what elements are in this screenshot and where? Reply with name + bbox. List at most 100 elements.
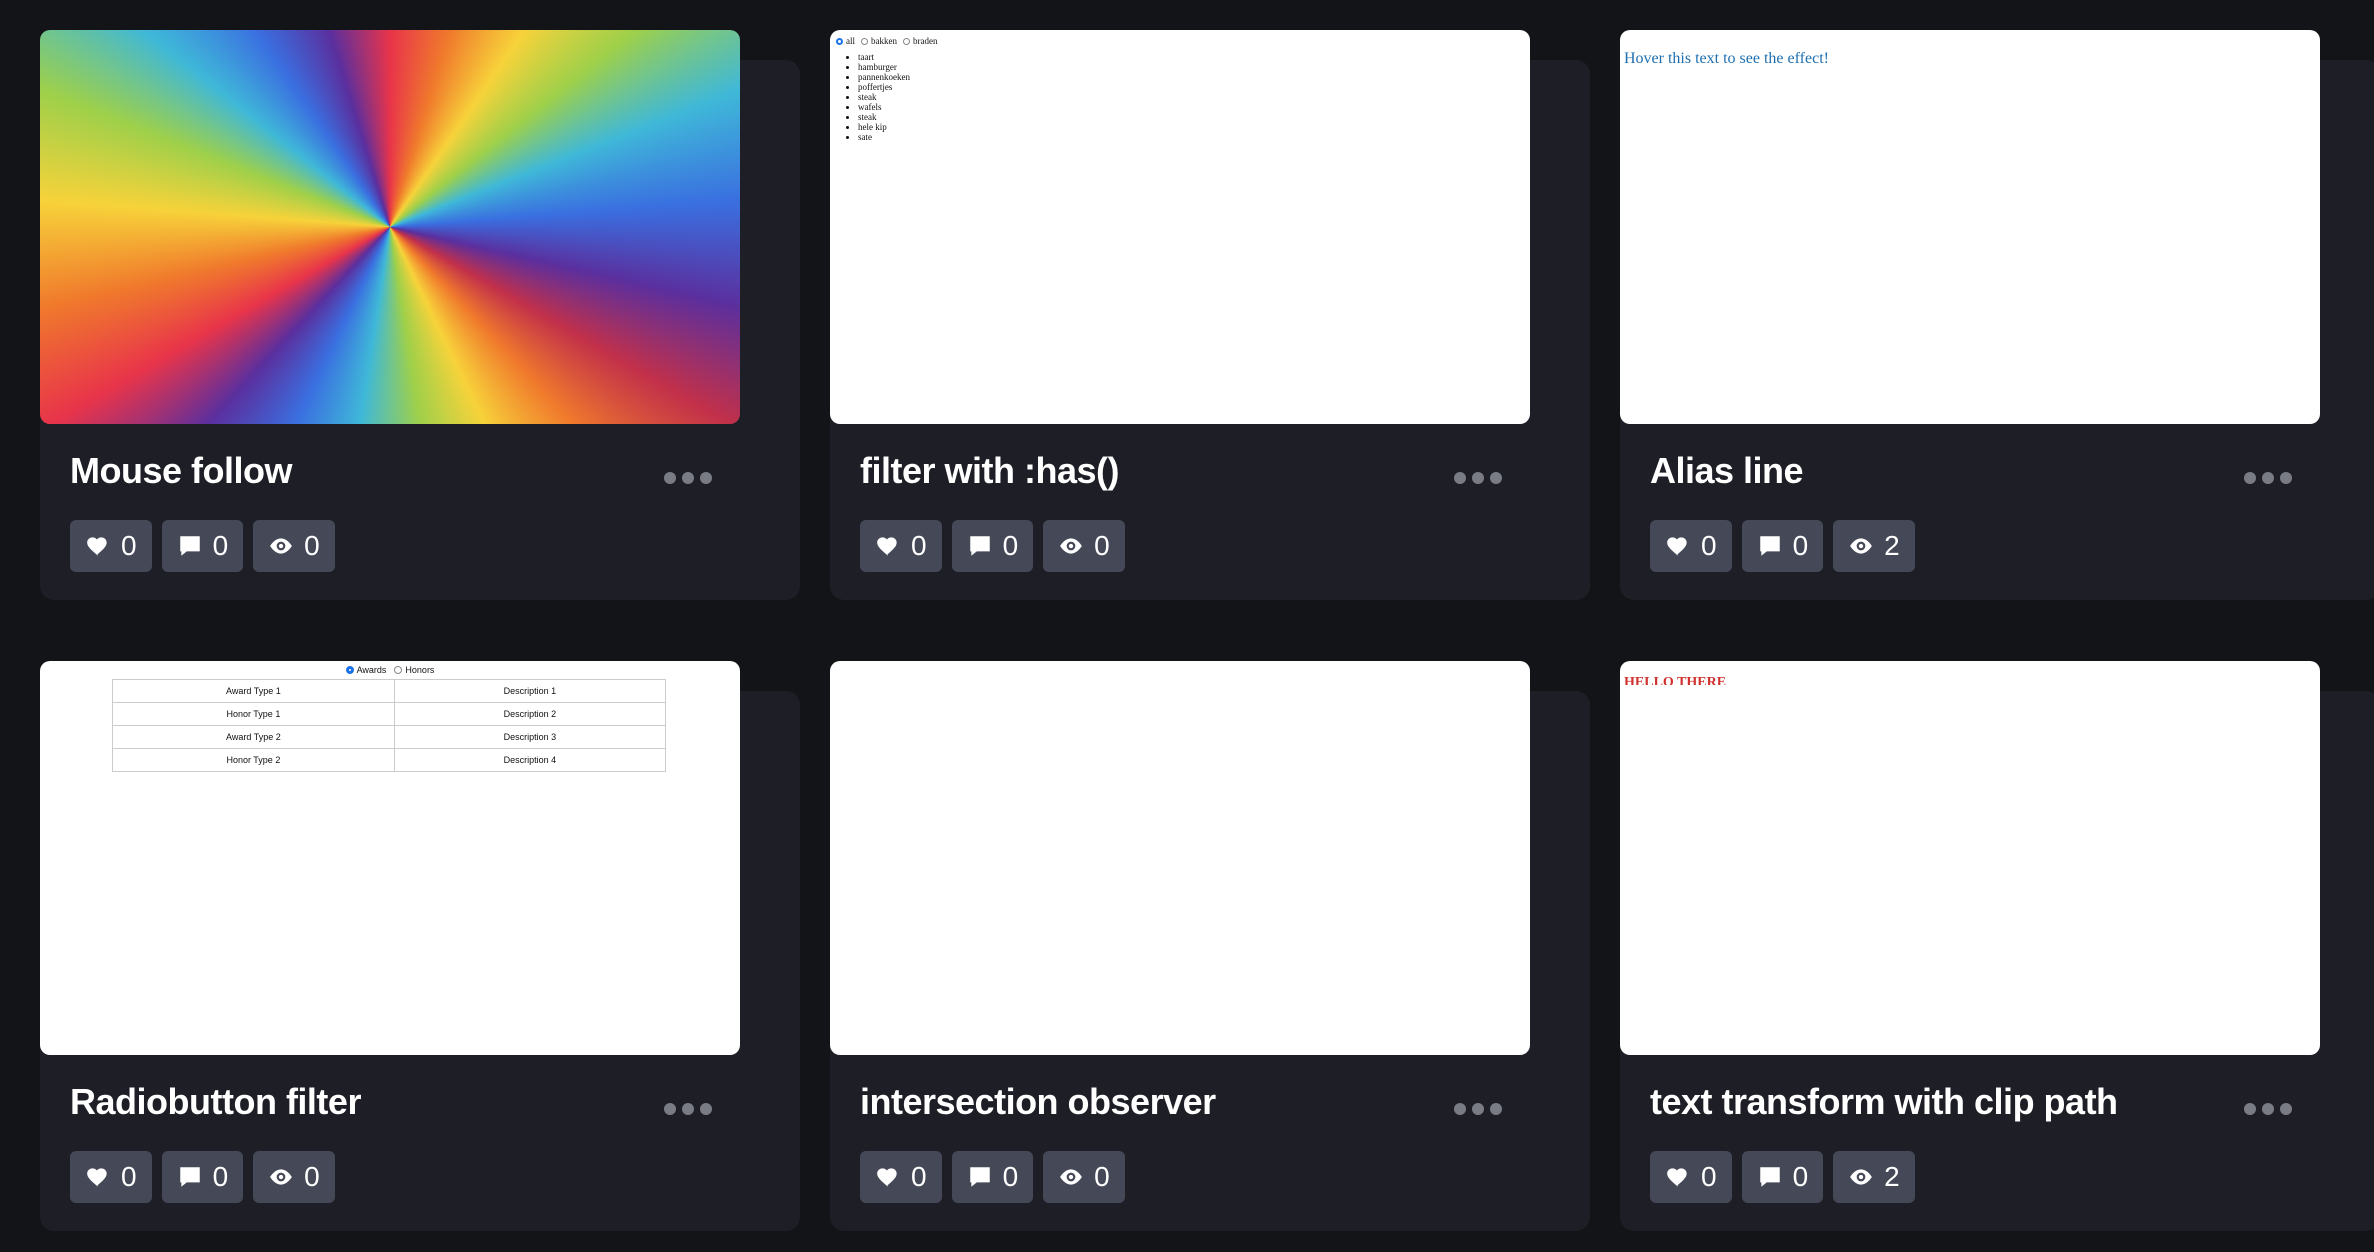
view-count: 2 <box>1884 1161 1900 1192</box>
card-title[interactable]: filter with :has() <box>860 450 1120 492</box>
comment-count: 0 <box>1792 1161 1809 1192</box>
view-count: 0 <box>1094 1161 1110 1192</box>
pen-card: HELLO THERE text transform with clip pat… <box>1620 661 2374 1231</box>
view-count: 0 <box>1094 530 1110 561</box>
like-button[interactable]: 0 <box>70 520 152 572</box>
table-cell: Award Type 1 <box>112 679 395 703</box>
card-title[interactable]: intersection observer <box>860 1081 1216 1123</box>
heart-icon <box>87 1168 107 1187</box>
pen-preview[interactable] <box>40 30 740 424</box>
card-stats: 0 0 2 <box>1650 520 1915 572</box>
card-title[interactable]: Mouse follow <box>70 450 293 492</box>
comment-icon <box>179 536 200 556</box>
hover-text: Hover this text to see the effect! <box>1624 50 1829 67</box>
heart-icon <box>877 537 897 556</box>
view-button[interactable]: 0 <box>1043 520 1125 572</box>
view-button[interactable]: 0 <box>253 520 335 572</box>
comment-icon <box>969 536 990 556</box>
comment-count: 0 <box>1792 530 1809 561</box>
table-cell: Description 3 <box>393 725 667 749</box>
eye-icon <box>1850 1169 1872 1185</box>
radio-icon <box>903 37 910 45</box>
like-button[interactable]: 0 <box>70 1151 152 1203</box>
filter-preview: all bakken braden taart hamburger pannen… <box>830 30 1530 148</box>
list-item: poffertjes <box>858 82 1524 92</box>
comment-icon <box>1759 1167 1780 1187</box>
eye-icon <box>1850 538 1872 554</box>
awards-table: Award Type 1 Description 1 Honor Type 1 De… <box>112 679 667 772</box>
ellipsis-icon <box>2262 472 2274 484</box>
ellipsis-icon <box>1454 1103 1466 1115</box>
more-options-button[interactable] <box>1450 464 1506 492</box>
comment-icon <box>969 1167 990 1187</box>
view-button[interactable]: 2 <box>1833 520 1915 572</box>
more-options-button[interactable] <box>660 464 716 492</box>
radio-icon <box>836 37 843 45</box>
more-options-button[interactable] <box>2240 464 2296 492</box>
ellipsis-icon <box>700 472 712 484</box>
card-title[interactable]: Radiobutton filter <box>70 1081 361 1123</box>
card-title[interactable]: text transform with clip path <box>1650 1081 2118 1123</box>
ellipsis-icon <box>1490 472 1502 484</box>
ellipsis-icon <box>1454 472 1466 484</box>
like-count: 0 <box>1701 1161 1717 1192</box>
ellipsis-icon <box>2244 1103 2256 1115</box>
pen-card: Hover this text to see the effect! Alias… <box>1620 30 2374 600</box>
list-item: wafels <box>858 102 1524 112</box>
table-row: Honor Type 2 Description 4 <box>112 748 667 772</box>
comment-count: 0 <box>212 1161 229 1192</box>
eye-icon <box>270 538 292 554</box>
ellipsis-icon <box>1490 1103 1502 1115</box>
card-stats: 0 0 0 <box>860 520 1125 572</box>
list-item: hamburger <box>858 62 1524 72</box>
view-button[interactable]: 0 <box>253 1151 335 1203</box>
pen-preview[interactable]: HELLO THERE <box>1620 661 2320 1055</box>
pen-preview[interactable]: all bakken braden taart hamburger pannen… <box>830 30 1530 424</box>
comment-button[interactable]: 0 <box>161 520 244 572</box>
comment-button[interactable]: 0 <box>1741 520 1824 572</box>
comment-button[interactable]: 0 <box>161 1151 244 1203</box>
pen-card: Mouse follow 0 0 0 <box>40 30 800 600</box>
comment-button[interactable]: 0 <box>951 1151 1034 1203</box>
radio-icon <box>861 37 868 45</box>
card-title[interactable]: Alias line <box>1650 450 1804 492</box>
heart-icon <box>877 1168 897 1187</box>
more-options-button[interactable] <box>1450 1095 1506 1123</box>
ellipsis-icon <box>682 472 694 484</box>
rainbow-preview <box>40 30 740 424</box>
comment-count: 0 <box>212 530 229 561</box>
view-button[interactable]: 2 <box>1833 1151 1915 1203</box>
eye-icon <box>270 1169 292 1185</box>
table-row: Honor Type 1 Description 2 <box>112 702 667 726</box>
view-button[interactable]: 0 <box>1043 1151 1125 1203</box>
comment-count: 0 <box>1002 530 1019 561</box>
pen-preview[interactable] <box>830 661 1530 1055</box>
view-count: 2 <box>1884 530 1900 561</box>
radio-filter-preview: Awards Honors Award Type 1 Description 1 … <box>40 661 740 772</box>
clip-path-text: HELLO THERE <box>1624 675 1727 685</box>
ellipsis-icon <box>682 1103 694 1115</box>
comment-button[interactable]: 0 <box>1741 1151 1824 1203</box>
ellipsis-icon <box>2244 472 2256 484</box>
like-button[interactable]: 0 <box>1650 1151 1732 1203</box>
comment-button[interactable]: 0 <box>951 520 1034 572</box>
more-options-button[interactable] <box>660 1095 716 1123</box>
ellipsis-icon <box>664 1103 676 1115</box>
more-options-button[interactable] <box>2240 1095 2296 1123</box>
like-button[interactable]: 0 <box>860 1151 942 1203</box>
pen-preview[interactable]: Hover this text to see the effect! <box>1620 30 2320 424</box>
pen-card: all bakken braden taart hamburger pannen… <box>830 30 1590 600</box>
list-item: taart <box>858 52 1524 62</box>
eye-icon <box>1060 1169 1082 1185</box>
table-cell: Description 1 <box>393 679 667 703</box>
like-button[interactable]: 0 <box>1650 520 1732 572</box>
eye-icon <box>1060 538 1082 554</box>
comment-count: 0 <box>1002 1161 1019 1192</box>
list-item: steak <box>858 92 1524 102</box>
view-count: 0 <box>304 530 320 561</box>
like-count: 0 <box>121 530 137 561</box>
table-row: Award Type 1 Description 1 <box>112 679 667 703</box>
ellipsis-icon <box>1472 1103 1484 1115</box>
like-button[interactable]: 0 <box>860 520 942 572</box>
pen-preview[interactable]: Awards Honors Award Type 1 Description 1 … <box>40 661 740 1055</box>
